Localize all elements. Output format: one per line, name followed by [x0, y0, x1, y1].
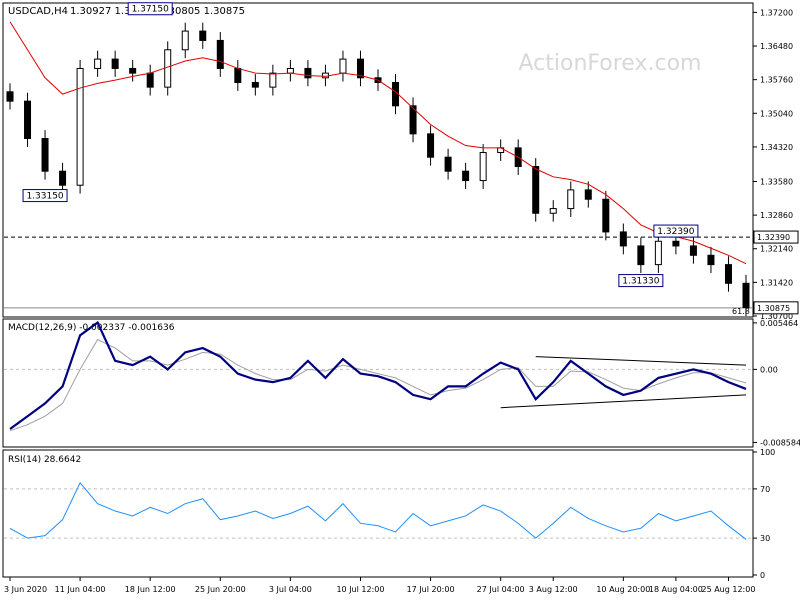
- price-tick-label: 1.32860: [760, 211, 793, 220]
- candle-body: [304, 67, 312, 79]
- candle-body: [199, 30, 207, 41]
- rsi-tick-label: 30: [760, 534, 770, 543]
- price-annotation-label: 1.37150: [132, 5, 169, 15]
- candle-body: [689, 245, 697, 256]
- candle-body: [724, 264, 732, 284]
- time-tick-label: 27 Jul 04:00: [477, 585, 525, 594]
- candle-body: [24, 100, 32, 140]
- candle-body: [619, 231, 627, 247]
- time-tick-label: 25 Aug 12:00: [701, 585, 755, 594]
- time-tick-label: 17 Jul 20:00: [407, 585, 455, 594]
- price-annotation-label: 1.32390: [657, 227, 694, 237]
- price-tick-label: 1.31420: [760, 278, 793, 287]
- candle-body: [234, 67, 242, 83]
- candle-body: [286, 67, 294, 74]
- candle-body: [549, 208, 557, 214]
- macd-tick-label: 0.005464: [760, 319, 798, 328]
- rsi-tick-label: 70: [760, 485, 770, 494]
- candle-body: [164, 49, 172, 88]
- candle-body: [672, 240, 680, 247]
- candle-body: [707, 254, 715, 266]
- candle-body: [146, 72, 154, 88]
- candle-body: [76, 67, 84, 186]
- reference-line-label: 1.32390: [757, 233, 790, 242]
- time-tick-label: 10 Jul 12:00: [336, 585, 384, 594]
- fib-label: 61.8: [732, 307, 750, 316]
- macd-tick-label: -0.008584: [760, 438, 800, 447]
- watermark: ActionForex.com: [519, 51, 702, 76]
- price-annotation-label: 1.33150: [26, 192, 63, 202]
- chart-background: [0, 0, 800, 600]
- candle-body: [637, 245, 645, 266]
- rsi-tick-label: 0: [760, 571, 765, 580]
- price-tick-label: 1.32140: [760, 245, 793, 254]
- rsi-title: RSI(14) 28.6642: [8, 455, 81, 465]
- candle-body: [94, 58, 102, 69]
- time-tick-label: 3 Jun 2020: [4, 585, 47, 594]
- forex-chart[interactable]: USDCAD,H4 1.30927 1.31003 1.30805 1.3087…: [0, 0, 800, 600]
- candle-body: [181, 30, 189, 51]
- candle-body: [584, 189, 592, 200]
- time-tick-label: 3 Jul 04:00: [269, 585, 312, 594]
- time-tick-label: 18 Aug 04:00: [649, 585, 703, 594]
- candle-body: [742, 282, 750, 309]
- time-tick-label: 25 Jun 20:00: [195, 585, 246, 594]
- price-tick-label: 1.35760: [760, 76, 793, 85]
- reference-line-label: 1.30875: [757, 304, 790, 313]
- candle-body: [41, 138, 49, 172]
- candle-body: [59, 170, 67, 186]
- price-tick-label: 1.35040: [760, 109, 793, 118]
- candle-body: [602, 198, 610, 233]
- candle-body: [462, 170, 470, 182]
- time-tick-label: 18 Jun 12:00: [125, 585, 176, 594]
- candle-body: [6, 91, 14, 102]
- price-tick-label: 1.34320: [760, 143, 793, 152]
- symbol-label: USDCAD,H4: [8, 6, 68, 17]
- candle-body: [339, 58, 347, 74]
- macd-tick-label: 0.00: [760, 365, 778, 374]
- candle-body: [251, 81, 259, 88]
- candle-body: [111, 58, 119, 69]
- price-tick-label: 1.37200: [760, 8, 793, 17]
- time-tick-label: 10 Aug 20:00: [596, 585, 650, 594]
- time-tick-label: 11 Jun 04:00: [55, 585, 106, 594]
- price-tick-label: 1.33580: [760, 177, 793, 186]
- candle-body: [444, 156, 452, 172]
- rsi-tick-label: 100: [760, 448, 775, 457]
- candle-body: [129, 67, 137, 74]
- time-tick-label: 3 Aug 12:00: [529, 585, 578, 594]
- candle-body: [567, 189, 575, 210]
- candle-body: [269, 72, 277, 88]
- candle-body: [216, 39, 224, 69]
- candle-body: [654, 240, 662, 266]
- candle-body: [321, 72, 329, 79]
- candle-body: [479, 152, 487, 182]
- price-annotation-label: 1.31330: [622, 277, 659, 287]
- price-tick-label: 1.36480: [760, 42, 793, 51]
- candle-body: [532, 166, 540, 214]
- candle-body: [427, 133, 435, 158]
